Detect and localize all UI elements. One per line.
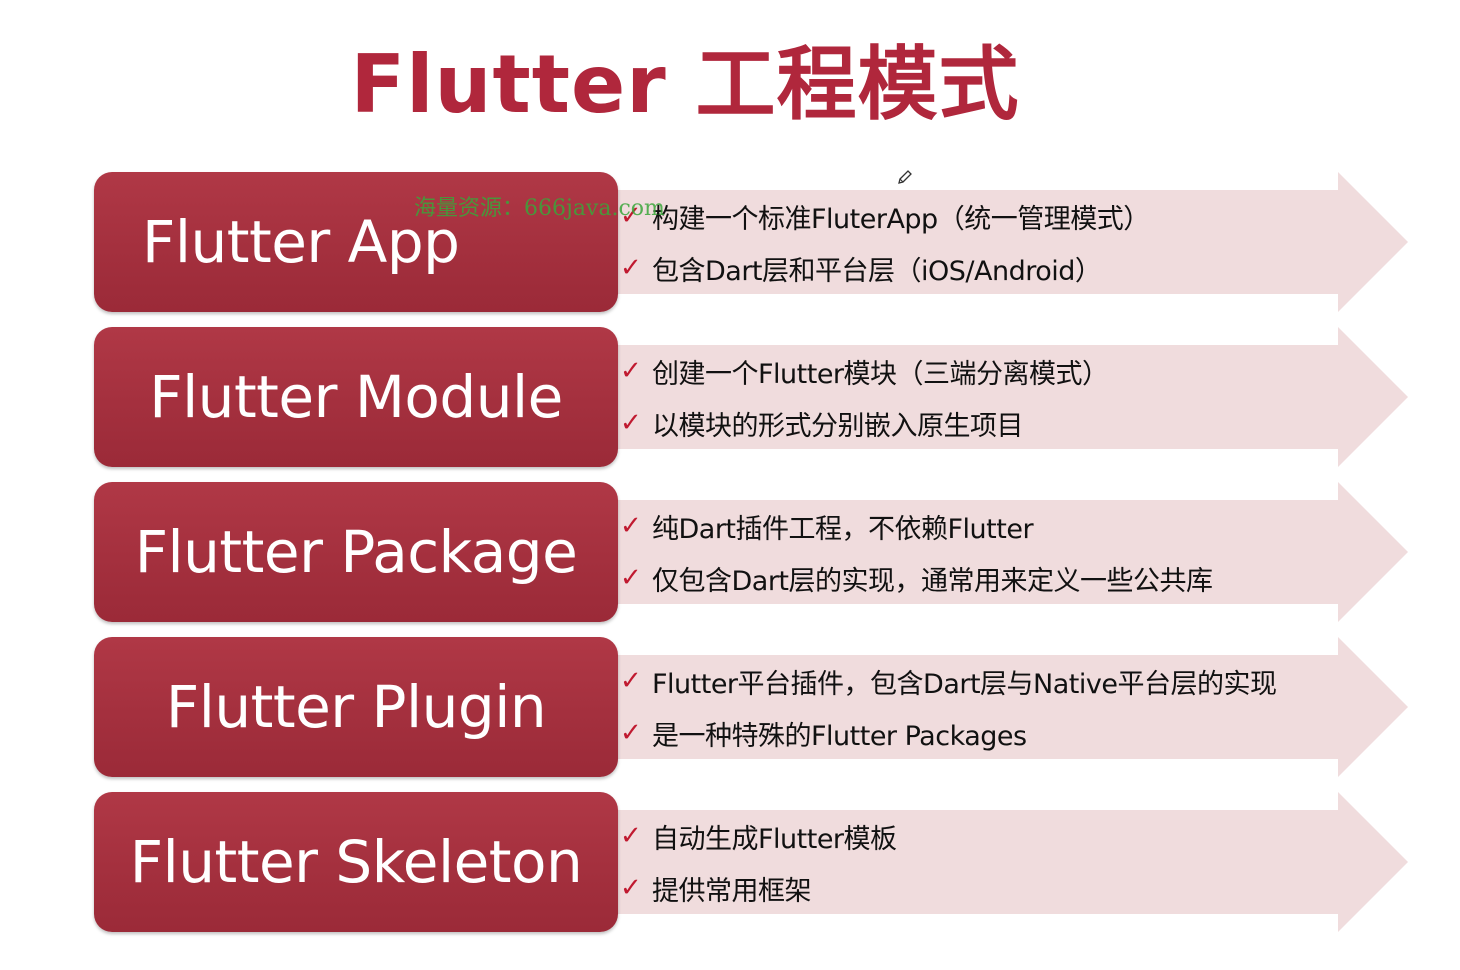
check-icon: ✓ (620, 718, 642, 748)
check-icon: ✓ (620, 873, 642, 903)
check-icon: ✓ (620, 408, 642, 438)
bullet-item: ✓ 包含Dart层和平台层（iOS/Android） (620, 242, 1360, 294)
mode-label-box: Flutter Skeleton (94, 792, 618, 932)
bullet-text: 是一种特殊的Flutter Packages (652, 720, 1027, 752)
bullet-text: 构建一个标准FluterApp（统一管理模式） (652, 203, 1150, 235)
mode-label-box: Flutter Package (94, 482, 618, 622)
bullet-item: ✓ Flutter平台插件，包含Dart层与Native平台层的实现 (620, 655, 1360, 707)
bullet-item: ✓ 创建一个Flutter模块（三端分离模式） (620, 345, 1360, 397)
mode-points: ✓ 自动生成Flutter模板 ✓ 提供常用框架 (620, 810, 1360, 914)
bullet-item: ✓ 提供常用框架 (620, 862, 1360, 914)
check-icon: ✓ (620, 821, 642, 851)
mode-label-box: Flutter Module (94, 327, 618, 467)
mode-points: ✓ Flutter平台插件，包含Dart层与Native平台层的实现 ✓ 是一种… (620, 655, 1360, 759)
bullet-item: ✓ 构建一个标准FluterApp（统一管理模式） (620, 190, 1360, 242)
bullet-text: 包含Dart层和平台层（iOS/Android） (652, 255, 1102, 287)
mode-row-skeleton: Flutter Skeleton ✓ 自动生成Flutter模板 ✓ 提供常用框… (0, 792, 1460, 932)
bullet-text: 自动生成Flutter模板 (652, 823, 897, 855)
mode-points: ✓ 构建一个标准FluterApp（统一管理模式） ✓ 包含Dart层和平台层（… (620, 190, 1360, 294)
bullet-text: 提供常用框架 (652, 875, 812, 907)
mode-row-app: Flutter App ✓ 构建一个标准FluterApp（统一管理模式） ✓ … (0, 172, 1460, 312)
bullet-item: ✓ 自动生成Flutter模板 (620, 810, 1360, 862)
bullet-item: ✓ 是一种特殊的Flutter Packages (620, 707, 1360, 759)
watermark-text: 海量资源：666java.com (414, 196, 665, 221)
check-icon: ✓ (620, 666, 642, 696)
page-title: Flutter 工程模式 (350, 38, 1020, 131)
bullet-text: 纯Dart插件工程，不依赖Flutter (652, 513, 1034, 545)
mode-label: Flutter App (142, 208, 460, 276)
bullet-item: ✓ 以模块的形式分别嵌入原生项目 (620, 397, 1360, 449)
bullet-text: Flutter平台插件，包含Dart层与Native平台层的实现 (652, 668, 1277, 700)
bullet-item: ✓ 仅包含Dart层的实现，通常用来定义一些公共库 (620, 552, 1360, 604)
mode-row-plugin: Flutter Plugin ✓ Flutter平台插件，包含Dart层与Nat… (0, 637, 1460, 777)
bullet-item: ✓ 纯Dart插件工程，不依赖Flutter (620, 500, 1360, 552)
mode-row-package: Flutter Package ✓ 纯Dart插件工程，不依赖Flutter ✓… (0, 482, 1460, 622)
check-icon: ✓ (620, 356, 642, 386)
mode-points: ✓ 创建一个Flutter模块（三端分离模式） ✓ 以模块的形式分别嵌入原生项目 (620, 345, 1360, 449)
bullet-text: 仅包含Dart层的实现，通常用来定义一些公共库 (652, 565, 1213, 597)
mode-label: Flutter Package (134, 518, 578, 586)
mode-label: Flutter Skeleton (129, 828, 583, 896)
mode-label: Flutter Module (149, 363, 563, 431)
check-icon: ✓ (620, 511, 642, 541)
mode-label: Flutter Plugin (165, 673, 547, 741)
bullet-text: 以模块的形式分别嵌入原生项目 (652, 410, 1024, 442)
mode-points: ✓ 纯Dart插件工程，不依赖Flutter ✓ 仅包含Dart层的实现，通常用… (620, 500, 1360, 604)
slide: Flutter 工程模式 Flutter App ✓ 构建一个标准FluterA… (0, 0, 1460, 970)
check-icon: ✓ (620, 563, 642, 593)
mode-label-box: Flutter Plugin (94, 637, 618, 777)
pencil-cursor-icon (898, 170, 912, 184)
check-icon: ✓ (620, 253, 642, 283)
mode-row-module: Flutter Module ✓ 创建一个Flutter模块（三端分离模式） ✓… (0, 327, 1460, 467)
bullet-text: 创建一个Flutter模块（三端分离模式） (652, 358, 1109, 390)
